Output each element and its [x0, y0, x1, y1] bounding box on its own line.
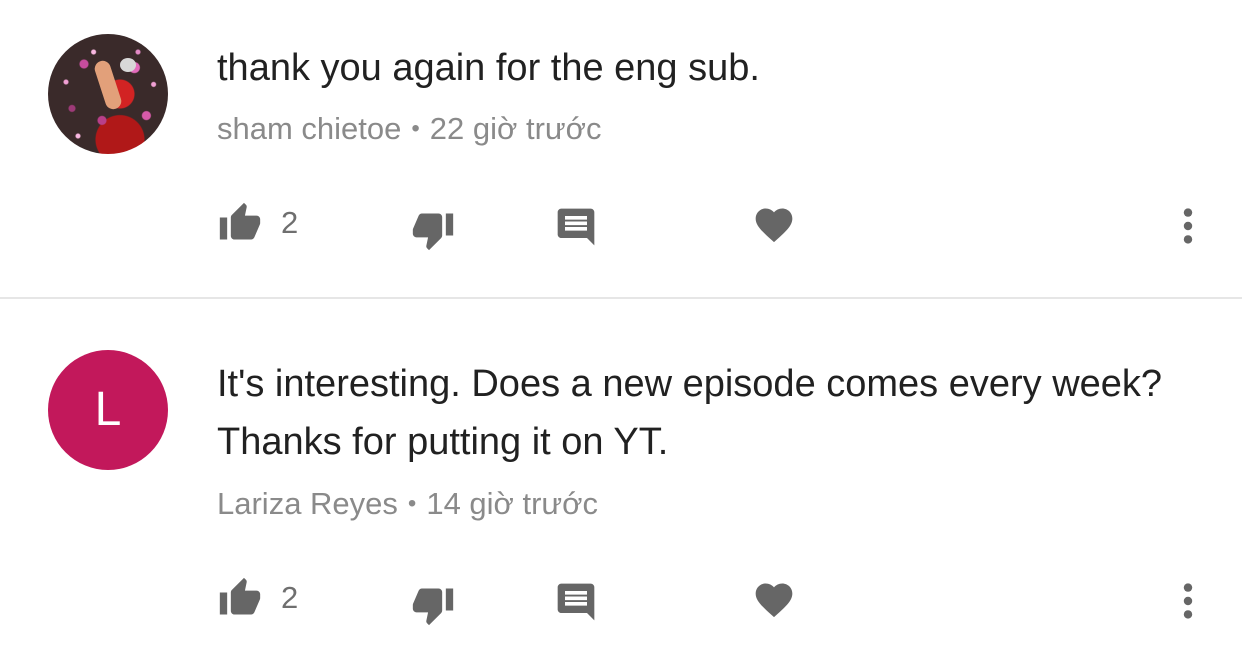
comment-meta: sham chietoe • 22 giờ trước [217, 109, 601, 149]
heart-icon [755, 208, 793, 243]
comment-item: L It's interesting. Does a new episode c… [0, 299, 1242, 659]
heart-button[interactable] [751, 578, 797, 622]
thumb-up-icon [219, 577, 261, 615]
like-count: 2 [281, 580, 299, 615]
comment-feed: thank you again for the eng sub. sham ch… [0, 0, 1242, 659]
comment-author[interactable]: sham chietoe [217, 111, 401, 146]
dislike-button[interactable] [410, 208, 456, 252]
thumb-down-icon [412, 213, 454, 251]
comment-icon [557, 208, 595, 246]
avatar-photo-detail [120, 58, 136, 72]
heart-button[interactable] [751, 203, 797, 247]
avatar[interactable]: L [48, 350, 168, 470]
comment-text: It's interesting. Does a new episode com… [217, 363, 1163, 463]
like-button[interactable]: 2 [217, 576, 298, 620]
comment-icon [557, 583, 595, 621]
meta-separator: • [407, 490, 417, 517]
more-vertical-icon [1183, 583, 1193, 619]
dislike-button[interactable] [410, 583, 456, 627]
comment-text: thank you again for the eng sub. [217, 47, 760, 89]
heart-icon [755, 583, 793, 618]
thumb-up-icon [219, 202, 261, 240]
comment-author[interactable]: Lariza Reyes [217, 486, 398, 521]
avatar-letter: L [94, 383, 122, 436]
like-button[interactable]: 2 [217, 201, 298, 245]
reply-button[interactable] [553, 205, 599, 249]
comment-time: 22 giờ trước [429, 111, 602, 146]
more-options-button[interactable] [1165, 578, 1211, 624]
meta-separator: • [411, 115, 420, 142]
reply-button[interactable] [553, 580, 599, 624]
comment-item: thank you again for the eng sub. sham ch… [0, 0, 1242, 297]
comment-meta: Lariza Reyes • 14 giờ trước [217, 484, 598, 524]
more-options-button[interactable] [1165, 203, 1211, 249]
thumb-down-icon [412, 588, 454, 626]
like-count: 2 [281, 205, 299, 240]
comment-time: 14 giờ trước [426, 486, 599, 521]
avatar[interactable] [48, 34, 168, 154]
more-vertical-icon [1183, 208, 1193, 244]
